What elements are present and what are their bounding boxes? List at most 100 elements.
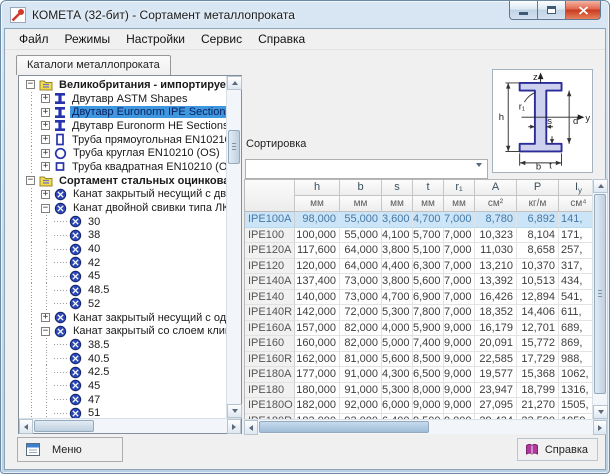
value-cell: 4,100 (382, 228, 413, 244)
table-vertical-scroll-thumb[interactable] (594, 194, 606, 394)
column-header[interactable]: t (413, 180, 444, 196)
menu-modes[interactable]: Режимы (57, 29, 119, 49)
tab-catalogs[interactable]: Каталоги металлопроката (16, 55, 171, 75)
rope-icon (69, 270, 82, 283)
table-row[interactable]: IPE120A117,60064,0003,8005,1007,00011,03… (245, 243, 592, 259)
tree-expander-icon[interactable]: − (26, 176, 35, 185)
rope-icon (69, 338, 82, 351)
tree-item[interactable]: +Двутавр ASTM Shapes (24, 92, 226, 106)
tree-item-label: Сортамент стальных оцинкова (57, 175, 226, 187)
rope-icon (69, 284, 82, 297)
tree-item[interactable]: +Канат закрытый несущий с одни (24, 311, 226, 325)
profile-cell: IPE160R (245, 352, 295, 368)
tree-item[interactable]: +Труба квадратная EN10210 (OS) (24, 160, 226, 174)
unit-header: мм (295, 196, 340, 212)
table-row[interactable]: IPE100A98,00055,0003,6004,7007,0008,7806… (245, 212, 592, 228)
column-header[interactable]: r₁ (444, 180, 475, 196)
titlebar[interactable]: КОМЕТА (32-бит) - Сортамент металлопрока… (1, 1, 609, 28)
menu-file[interactable]: Файл (11, 29, 57, 49)
table-row[interactable]: IPE120120,00064,0004,4006,3007,00013,210… (245, 259, 592, 275)
tree-item[interactable]: +Труба круглая EN10210 (OS) (24, 146, 226, 160)
tree-item[interactable]: 30 (24, 215, 226, 229)
tree-item[interactable]: − Сортамент стальных оцинкова (24, 174, 226, 188)
tree-item[interactable]: +Двутавр Euronorm HE Sections (24, 119, 226, 133)
menu-settings[interactable]: Настройки (118, 29, 193, 49)
value-cell: 92,000 (340, 398, 382, 414)
tree-item[interactable]: 47 (24, 393, 226, 407)
tree-vertical-scroll-thumb[interactable] (228, 130, 240, 164)
close-icon (578, 6, 589, 15)
table-row[interactable]: IPE160160,00082,0005,0007,4009,00020,091… (245, 336, 592, 352)
maximize-button[interactable] (537, 1, 565, 20)
minimize-button[interactable] (509, 1, 537, 20)
column-header[interactable]: P (517, 180, 559, 196)
unit-header: мм (444, 196, 475, 212)
menu-bar: ФайлРежимыНастройкиСервисСправка (5, 29, 605, 50)
value-cell: 171, (559, 228, 592, 244)
tree-item[interactable]: 48.5 (24, 283, 226, 297)
tree-scroll-up-button[interactable] (227, 76, 242, 90)
menu-button[interactable]: Меню (17, 437, 123, 462)
tree-expander-icon[interactable]: − (26, 80, 35, 89)
tree-expander-icon[interactable]: + (41, 121, 50, 130)
tree-expander-icon[interactable]: + (41, 162, 50, 171)
tree-item[interactable]: −Канат закрытый со слоем клино (24, 324, 226, 338)
tree-item[interactable]: 38.5 (24, 338, 226, 352)
tree-item[interactable]: 52 (24, 297, 226, 311)
tree-expander-icon[interactable]: + (41, 94, 50, 103)
table-horizontal-scrollbar[interactable] (244, 419, 607, 434)
table-row[interactable]: IPE160R162,00081,0005,6008,5009,00022,58… (245, 352, 592, 368)
tree-item[interactable]: +Труба прямоугольная EN10210 ( (24, 133, 226, 147)
close-button[interactable] (565, 1, 601, 20)
axis-label-y: y (585, 113, 590, 124)
table-vertical-scrollbar[interactable] (592, 179, 607, 419)
table-row[interactable]: IPE180180,00091,0005,3008,0009,00023,947… (245, 383, 592, 399)
table-scroll-up-button[interactable] (593, 179, 608, 193)
tree-expander-icon[interactable]: + (41, 149, 50, 158)
tree-expander-icon[interactable]: + (41, 313, 50, 322)
tree-scroll-down-button[interactable] (227, 404, 242, 418)
tree-vertical-scrollbar[interactable] (226, 76, 241, 418)
tree-item[interactable]: 42 (24, 256, 226, 270)
tree-item[interactable]: +Канат закрытый несущий с двум (24, 188, 226, 202)
menu-help[interactable]: Справка (250, 29, 313, 49)
menu-service[interactable]: Сервис (193, 29, 250, 49)
tree-item[interactable]: −Канат двойной свивки типа ЛК-Р (24, 201, 226, 215)
tree-item[interactable]: 42.5 (24, 365, 226, 379)
table-scroll-down-button[interactable] (593, 405, 608, 419)
column-header[interactable]: A (475, 180, 517, 196)
tree-expander-icon[interactable]: + (41, 190, 50, 199)
table-horizontal-scroll-thumb[interactable] (259, 421, 429, 433)
help-button[interactable]: Справка (517, 438, 598, 461)
column-header[interactable]: s (382, 180, 413, 196)
tree-scroll-left-button[interactable] (19, 419, 33, 434)
tree-scroll-right-button[interactable] (227, 419, 241, 434)
table-row[interactable]: IPE140A137,40073,0003,8005,6007,00013,39… (245, 274, 592, 290)
table-row[interactable]: IPE140140,00073,0004,7006,9007,00016,426… (245, 290, 592, 306)
column-header[interactable]: b (340, 180, 382, 196)
value-cell: 91,000 (340, 383, 382, 399)
column-header[interactable]: h (295, 180, 340, 196)
tree-item[interactable]: 40 (24, 242, 226, 256)
tree-expander-icon[interactable]: − (41, 204, 50, 213)
tree-item[interactable]: −Великобритания - импортируем (24, 78, 226, 92)
table-row[interactable]: IPE180O182,00092,0006,0009,0009,00027,09… (245, 398, 592, 414)
tree-expander-icon[interactable]: + (41, 135, 50, 144)
table-row[interactable]: IPE180A177,00091,0004,3006,5009,00019,57… (245, 367, 592, 383)
tree-horizontal-scrollbar[interactable] (19, 418, 241, 433)
tree-expander-icon[interactable]: − (41, 327, 50, 336)
tree-item[interactable]: 38 (24, 229, 226, 243)
tree-item[interactable]: 45 (24, 379, 226, 393)
table-row[interactable]: IPE100100,00055,0004,1005,7007,00010,323… (245, 228, 592, 244)
tree-item[interactable]: 40.5 (24, 352, 226, 366)
table-row[interactable]: IPE160A157,00082,0004,0005,9009,00016,17… (245, 321, 592, 337)
column-header[interactable]: Iy (559, 180, 592, 196)
tree-expander-icon[interactable]: + (41, 108, 50, 117)
tree-item[interactable]: +Двутавр Euronorm IPE Sections (24, 105, 226, 119)
sort-combobox[interactable] (245, 159, 488, 179)
tree-item-label: 40 (86, 243, 102, 255)
tree-horizontal-scroll-thumb[interactable] (34, 420, 94, 432)
tree-item[interactable]: 51 (24, 407, 226, 419)
tree-item[interactable]: 45 (24, 270, 226, 284)
table-row[interactable]: IPE140R142,00072,0005,3007,8007,00018,35… (245, 305, 592, 321)
